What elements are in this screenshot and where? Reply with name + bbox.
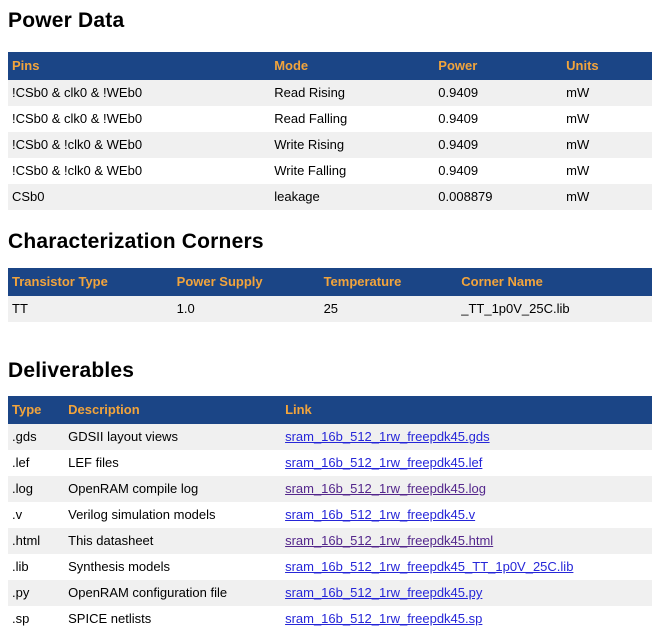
- table-row: .libSynthesis models sram_16b_512_1rw_fre…: [8, 554, 652, 580]
- table-cell: mW: [562, 106, 652, 132]
- table-cell: Verilog simulation models: [64, 502, 281, 528]
- deliverables-table: TypeDescriptionLink .gdsGDSII layout vie…: [8, 396, 652, 632]
- table-cell: .log: [8, 476, 64, 502]
- power-data-table: PinsModePowerUnits !CSb0 & clk0 & !WEb0R…: [8, 52, 652, 210]
- table-cell: mW: [562, 184, 652, 210]
- table-cell: !CSb0 & !clk0 & WEb0: [8, 158, 270, 184]
- table-row: !CSb0 & clk0 & !WEb0Read Rising0.9409mW: [8, 80, 652, 106]
- table-cell: mW: [562, 158, 652, 184]
- datasheet-page: Power Data PinsModePowerUnits !CSb0 & cl…: [8, 8, 652, 632]
- deliverable-file-link[interactable]: sram_16b_512_1rw_freepdk45.log: [285, 481, 486, 496]
- table-cell: .lef: [8, 450, 64, 476]
- deliverable-file-link[interactable]: sram_16b_512_1rw_freepdk45_TT_1p0V_25C.l…: [285, 559, 573, 574]
- table-cell: mW: [562, 80, 652, 106]
- table-cell: Synthesis models: [64, 554, 281, 580]
- deliverables-title: Deliverables: [8, 358, 652, 383]
- column-header: Temperature: [320, 268, 458, 296]
- table-header-row: Transistor TypePower SupplyTemperatureCo…: [8, 268, 652, 296]
- table-cell: .gds: [8, 424, 64, 450]
- table-row: .logOpenRAM compile log sram_16b_512_1rw_…: [8, 476, 652, 502]
- deliverable-file-link[interactable]: sram_16b_512_1rw_freepdk45.html: [285, 533, 493, 548]
- table-row: !CSb0 & !clk0 & WEb0Write Falling0.9409m…: [8, 158, 652, 184]
- link-cell: sram_16b_512_1rw_freepdk45.gds: [281, 424, 652, 450]
- column-header: Power Supply: [173, 268, 320, 296]
- table-cell: TT: [8, 296, 173, 322]
- deliverable-file-link[interactable]: sram_16b_512_1rw_freepdk45.lef: [285, 455, 482, 470]
- table-cell: GDSII layout views: [64, 424, 281, 450]
- link-cell: sram_16b_512_1rw_freepdk45.lef: [281, 450, 652, 476]
- table-cell: !CSb0 & clk0 & !WEb0: [8, 106, 270, 132]
- table-row: !CSb0 & !clk0 & WEb0Write Rising0.9409mW: [8, 132, 652, 158]
- deliverable-file-link[interactable]: sram_16b_512_1rw_freepdk45.sp: [285, 611, 482, 626]
- table-row: .pyOpenRAM configuration file sram_16b_51…: [8, 580, 652, 606]
- section-characterization-corners: Characterization Corners Transistor Type…: [8, 229, 652, 322]
- table-cell: This datasheet: [64, 528, 281, 554]
- table-cell: !CSb0 & clk0 & !WEb0: [8, 80, 270, 106]
- link-cell: sram_16b_512_1rw_freepdk45.html: [281, 528, 652, 554]
- table-cell: .v: [8, 502, 64, 528]
- table-cell: Read Rising: [270, 80, 434, 106]
- table-row: .htmlThis datasheet sram_16b_512_1rw_free…: [8, 528, 652, 554]
- table-cell: Write Falling: [270, 158, 434, 184]
- table-header-row: PinsModePowerUnits: [8, 52, 652, 80]
- column-header: Mode: [270, 52, 434, 80]
- characterization-corners-title: Characterization Corners: [8, 229, 652, 254]
- table-cell: mW: [562, 132, 652, 158]
- table-cell: .py: [8, 580, 64, 606]
- column-header: Corner Name: [457, 268, 652, 296]
- table-cell: 0.9409: [434, 80, 562, 106]
- table-cell: SPICE netlists: [64, 606, 281, 632]
- table-cell: .html: [8, 528, 64, 554]
- table-cell: .sp: [8, 606, 64, 632]
- link-cell: sram_16b_512_1rw_freepdk45.sp: [281, 606, 652, 632]
- table-cell: 25: [320, 296, 458, 322]
- column-header: Pins: [8, 52, 270, 80]
- table-cell: .lib: [8, 554, 64, 580]
- table-cell: leakage: [270, 184, 434, 210]
- table-cell: OpenRAM compile log: [64, 476, 281, 502]
- table-cell: 0.9409: [434, 132, 562, 158]
- table-row: .gdsGDSII layout views sram_16b_512_1rw_f…: [8, 424, 652, 450]
- deliverable-file-link[interactable]: sram_16b_512_1rw_freepdk45.gds: [285, 429, 490, 444]
- link-cell: sram_16b_512_1rw_freepdk45.log: [281, 476, 652, 502]
- column-header: Power: [434, 52, 562, 80]
- table-cell: Write Rising: [270, 132, 434, 158]
- characterization-corners-table: Transistor TypePower SupplyTemperatureCo…: [8, 268, 652, 322]
- table-header-row: TypeDescriptionLink: [8, 396, 652, 424]
- table-cell: 1.0: [173, 296, 320, 322]
- link-cell: sram_16b_512_1rw_freepdk45.v: [281, 502, 652, 528]
- column-header: Link: [281, 396, 652, 424]
- deliverable-file-link[interactable]: sram_16b_512_1rw_freepdk45.v: [285, 507, 475, 522]
- table-row: TT1.025_TT_1p0V_25C.lib: [8, 296, 652, 322]
- column-header: Description: [64, 396, 281, 424]
- table-row: .vVerilog simulation models sram_16b_512_…: [8, 502, 652, 528]
- column-header: Transistor Type: [8, 268, 173, 296]
- table-row: CSb0leakage0.008879mW: [8, 184, 652, 210]
- table-cell: OpenRAM configuration file: [64, 580, 281, 606]
- section-deliverables: Deliverables TypeDescriptionLink .gdsGDS…: [8, 358, 652, 632]
- table-cell: !CSb0 & !clk0 & WEb0: [8, 132, 270, 158]
- table-cell: 0.9409: [434, 158, 562, 184]
- table-cell: CSb0: [8, 184, 270, 210]
- table-cell: LEF files: [64, 450, 281, 476]
- power-data-title: Power Data: [8, 8, 652, 33]
- table-row: !CSb0 & clk0 & !WEb0Read Falling0.9409mW: [8, 106, 652, 132]
- table-row: .lefLEF files sram_16b_512_1rw_freepdk45.…: [8, 450, 652, 476]
- table-cell: 0.9409: [434, 106, 562, 132]
- section-power-data: Power Data PinsModePowerUnits !CSb0 & cl…: [8, 8, 652, 210]
- deliverable-file-link[interactable]: sram_16b_512_1rw_freepdk45.py: [285, 585, 482, 600]
- column-header: Type: [8, 396, 64, 424]
- table-cell: _TT_1p0V_25C.lib: [457, 296, 652, 322]
- table-cell: Read Falling: [270, 106, 434, 132]
- table-row: .spSPICE netlists sram_16b_512_1rw_freepd…: [8, 606, 652, 632]
- table-cell: 0.008879: [434, 184, 562, 210]
- column-header: Units: [562, 52, 652, 80]
- link-cell: sram_16b_512_1rw_freepdk45.py: [281, 580, 652, 606]
- link-cell: sram_16b_512_1rw_freepdk45_TT_1p0V_25C.l…: [281, 554, 652, 580]
